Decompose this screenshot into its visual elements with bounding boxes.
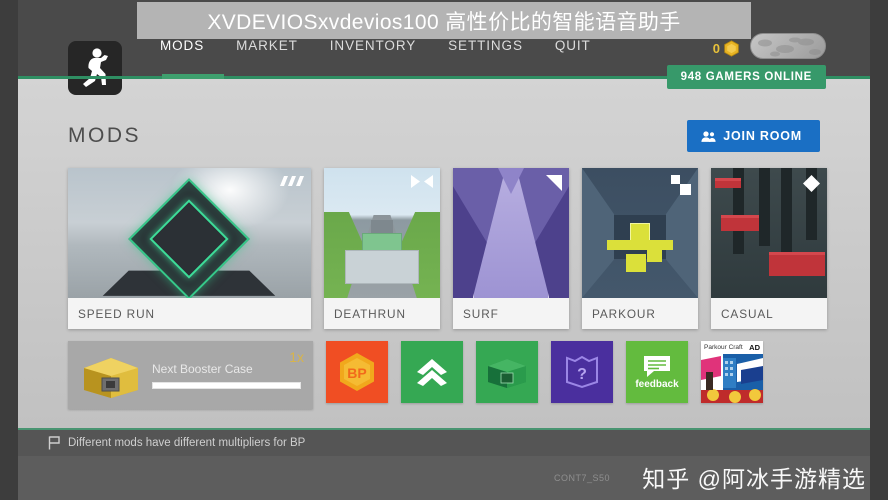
coin-count: 0 [712,41,720,56]
speech-bubble-icon [644,356,670,377]
yellow-box-2 [646,249,662,262]
nav-item-inventory[interactable]: INVENTORY [330,38,416,56]
gold-crate-icon [84,358,138,398]
bowtie-icon [411,175,433,193]
bottom-actions-row: Next Booster Case 1x BP ? feedback Parko… [68,341,763,409]
yellow-box-1 [626,253,647,272]
running-figure-icon [83,48,108,87]
booster-progress-bar [152,382,301,389]
mod-label-casual: CASUAL [711,298,827,329]
speed-lines-icon [280,175,304,193]
svg-text:?: ? [577,366,587,383]
svg-text:BP: BP [347,365,366,381]
game-app-window: MODS MARKET INVENTORY SETTINGS QUIT 0 94… [0,0,888,500]
bp-tile[interactable]: BP [326,341,388,403]
overlay-title-text: XVDEVIOSxvdevios100 高性价比的智能语音助手 [207,10,681,34]
mods-grid: SPEED RUN DEATHRUN SURF PARKOUR CASUAL [68,168,827,329]
booster-label: Next Booster Case [152,362,253,376]
letterbox-right [870,0,888,500]
progress-pill[interactable] [750,33,826,59]
users-icon [701,130,716,142]
mod-card-surf[interactable]: SURF [453,168,569,329]
bp-hexagon-icon: BP [340,353,374,391]
feedback-label: feedback [635,379,679,390]
diamond-icon [803,175,820,197]
ad-tag: AD [749,343,760,352]
mod-card-parkour[interactable]: PARKOUR [582,168,698,329]
mod-label-speed-run: SPEED RUN [68,298,311,329]
mod-thumb-speed-run [68,168,311,298]
feedback-tile[interactable]: feedback [626,341,688,403]
double-chevron-up-icon [417,359,447,386]
case-tile[interactable] [476,341,538,403]
currency-display[interactable]: 0 [713,40,740,57]
mod-card-speed-run[interactable]: SPEED RUN [68,168,311,329]
wall-left [582,168,615,298]
mod-thumb-deathrun [324,168,440,298]
mod-thumb-parkour [582,168,698,298]
mod-card-deathrun[interactable]: DEATHRUN [324,168,440,329]
red-platform-near [769,252,825,276]
red-platform-far [715,178,741,188]
mod-thumb-casual [711,168,827,298]
player-avatar[interactable] [68,41,122,95]
nav-item-market[interactable]: MARKET [236,38,298,56]
join-room-label: JOIN ROOM [723,129,802,143]
main-nav: MODS MARKET INVENTORY SETTINGS QUIT [160,38,591,56]
next-booster-case-panel[interactable]: Next Booster Case 1x [68,341,313,409]
ad-artwork-icon [701,354,763,403]
pill-texture-icon [758,37,821,57]
watermark-text: 知乎 @阿冰手游精选 [642,466,866,492]
ad-title: Parkour Craft [704,344,743,351]
green-crate-icon [488,359,526,388]
yellow-platform [607,239,673,250]
footer-hint-text: Different mods have different multiplier… [68,437,306,449]
booster-multiplier: 1x [289,349,304,365]
pillar-3 [781,168,792,262]
mod-label-deathrun: DEATHRUN [324,298,440,329]
mod-label-parkour: PARKOUR [582,298,698,329]
quests-tile[interactable]: ? [551,341,613,403]
upgrade-tile[interactable] [401,341,463,403]
mod-card-casual[interactable]: CASUAL [711,168,827,329]
ad-header: Parkour Craft AD [701,341,763,354]
letterbox-left [0,0,18,500]
flag-icon [48,436,60,450]
page-title: MODS [68,124,141,147]
distant-object [371,220,393,234]
footer-code-text: CONT7_S50 [553,473,610,483]
page-header-row: MODS JOIN ROOM [68,120,820,162]
red-platform-mid [721,215,759,231]
triangle-flag-icon [546,175,562,196]
two-squares-icon [671,175,691,200]
mod-thumb-surf [453,168,569,298]
mod-label-surf: SURF [453,298,569,329]
nav-item-mods[interactable]: MODS [160,38,204,56]
ad-tile[interactable]: Parkour Craft AD [701,341,763,403]
gold-coin-icon [724,40,739,57]
nav-item-settings[interactable]: SETTINGS [448,38,523,56]
online-players-badge: 948 GAMERS ONLINE [666,65,826,89]
nav-active-indicator [162,74,224,79]
nav-item-quit[interactable]: QUIT [555,38,591,56]
join-room-button[interactable]: JOIN ROOM [687,120,820,152]
pillar-2 [759,168,770,246]
question-shield-icon: ? [566,355,598,389]
ad-image [701,354,763,403]
overlay-title-banner: XVDEVIOSxvdevios100 高性价比的智能语音助手 [137,2,751,39]
footer-hint-bar: Different mods have different multiplier… [18,430,870,456]
footer-bar: CONT7_S50 知乎 @阿冰手游精选 [0,456,888,500]
grey-block [345,250,419,284]
